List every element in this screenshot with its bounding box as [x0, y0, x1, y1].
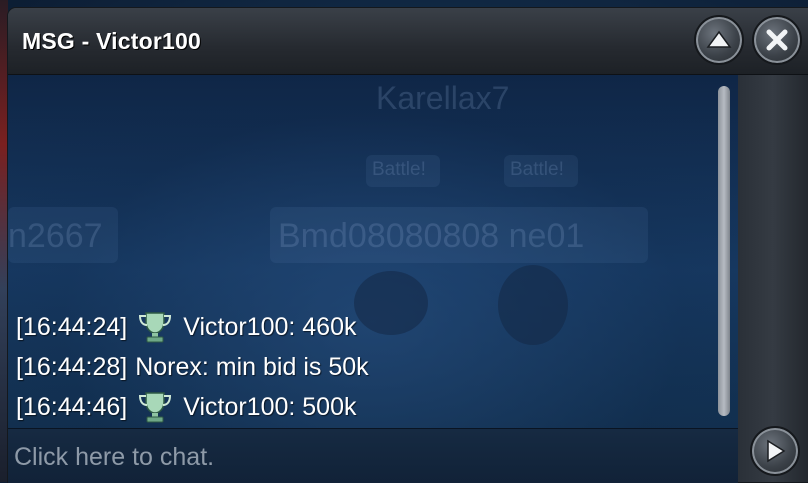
window-title: MSG - Victor100	[22, 28, 201, 54]
play-arrow-icon	[767, 439, 786, 463]
chat-log[interactable]: Karellax7 Battle! Battle! n2667 Bmd08080…	[8, 75, 738, 428]
background-player-name: Bmd08080808 ne01	[278, 217, 585, 255]
trophy-icon	[139, 392, 172, 423]
chat-message: [16:44:46] Victor100: 500k	[16, 387, 716, 427]
message-timestamp: [16:44:46]	[16, 393, 128, 421]
message-text: Victor100: 460k	[183, 313, 357, 341]
background-player-name: Karellax7	[376, 80, 510, 116]
trophy-icon	[139, 312, 172, 343]
send-button[interactable]	[750, 426, 800, 476]
close-button[interactable]	[752, 15, 802, 65]
message-timestamp: [16:44:24]	[16, 313, 128, 341]
message-list: [16:44:24] Victor100: 460k [16:44:28] No…	[16, 307, 716, 427]
message-text: Victor100: 500k	[183, 393, 357, 421]
window-titlebar[interactable]: MSG - Victor100	[8, 8, 808, 75]
chat-input[interactable]	[12, 435, 736, 479]
close-icon	[766, 29, 788, 51]
window-right-rail	[738, 75, 808, 482]
chat-message: [16:44:28] Norex: min bid is 50k	[16, 347, 716, 387]
message-timestamp: [16:44:28]	[16, 353, 128, 381]
scrollbar-thumb[interactable]	[718, 86, 730, 416]
background-player-name: n2667	[8, 217, 103, 255]
background-battle-label: Battle!	[510, 159, 564, 180]
message-text: Norex: min bid is 50k	[135, 353, 369, 381]
chevron-up-icon	[706, 30, 732, 48]
message-window: MSG - Victor100 Karellax7 Battle! Battle…	[8, 8, 808, 483]
background-battle-label: Battle!	[372, 159, 426, 180]
chat-input-bar	[8, 428, 738, 483]
minimize-button[interactable]	[694, 15, 744, 65]
game-edge-strip	[0, 0, 8, 482]
chat-message: [16:44:24] Victor100: 460k	[16, 307, 716, 347]
